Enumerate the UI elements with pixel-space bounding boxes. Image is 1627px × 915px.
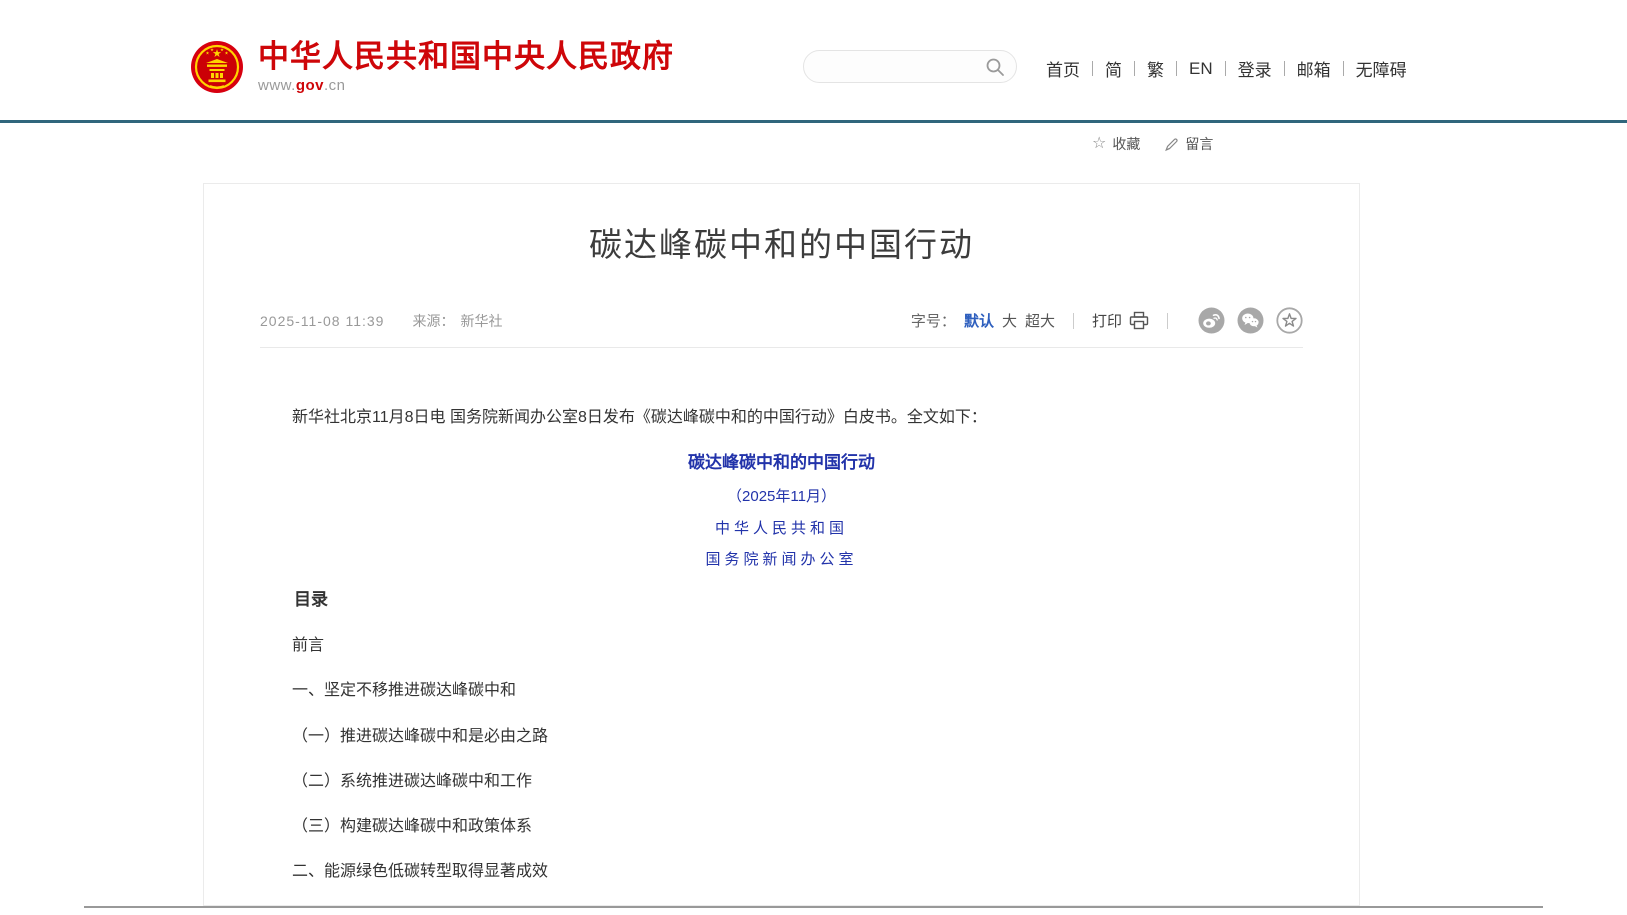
footer-divider (84, 906, 1543, 908)
pencil-icon (1164, 137, 1179, 152)
site-url[interactable]: www.gov.cn (258, 77, 674, 94)
site-brand[interactable]: 中华人民共和国中央人民政府 www.gov.cn (190, 40, 674, 94)
article-meta-row: 2025-11-08 11:39 来源： 新华社 字号： 默认 大 超大 打印 (260, 307, 1303, 334)
meta-separator (1167, 313, 1168, 329)
font-size-default-button[interactable]: 默认 (964, 310, 994, 331)
toc-item: 一、坚定不移推进碳达峰碳中和 (260, 681, 1303, 700)
favorite-button[interactable]: ☆ 收藏 (1092, 134, 1140, 154)
printer-icon (1129, 311, 1149, 330)
site-header: 中华人民共和国中央人民政府 www.gov.cn 首页 简 繁 EN 登录 邮箱… (0, 0, 1627, 120)
nav-home[interactable]: 首页 (1046, 56, 1080, 81)
toc-item: 前言 (260, 636, 1303, 655)
comment-label: 留言 (1185, 134, 1213, 154)
weibo-share-icon[interactable] (1198, 307, 1225, 334)
star-share-icon[interactable] (1276, 307, 1303, 334)
doc-author-line2: 国务院新闻办公室 (260, 550, 1303, 568)
article-meta-left: 2025-11-08 11:39 来源： 新华社 (260, 311, 502, 331)
nav-traditional[interactable]: 繁 (1147, 56, 1164, 81)
article-meta-tools: 字号： 默认 大 超大 打印 (911, 307, 1303, 334)
site-url-suffix: .cn (324, 77, 346, 94)
toc-heading: 目录 (260, 590, 1303, 610)
intro-paragraph: 新华社北京11月8日电 国务院新闻办公室8日发布《碳达峰碳中和的中国行动》白皮书… (260, 408, 1303, 427)
font-size-label: 字号： (911, 310, 956, 331)
print-button[interactable]: 打印 (1092, 310, 1149, 331)
toc-item: 二、能源绿色低碳转型取得显著成效 (260, 862, 1303, 881)
wechat-share-icon[interactable] (1237, 307, 1264, 334)
comment-button[interactable]: 留言 (1164, 134, 1213, 154)
nav-separator (1284, 61, 1285, 76)
favorite-label: 收藏 (1112, 134, 1140, 154)
nav-english[interactable]: EN (1189, 59, 1213, 79)
nav-separator (1176, 61, 1177, 76)
nav-login[interactable]: 登录 (1238, 56, 1272, 81)
site-url-prefix: www. (258, 77, 296, 94)
site-url-gov: gov (296, 77, 324, 94)
nav-separator (1225, 61, 1226, 76)
search-box (803, 50, 1017, 83)
toc-item: （三）构建碳达峰碳中和政策体系 (260, 817, 1303, 836)
doc-title: 碳达峰碳中和的中国行动 (260, 453, 1303, 473)
source-value[interactable]: 新华社 (460, 311, 502, 331)
font-size-xlarge-button[interactable]: 超大 (1025, 310, 1055, 331)
top-nav: 首页 简 繁 EN 登录 邮箱 无障碍 (1046, 56, 1407, 81)
header-divider (0, 120, 1627, 123)
site-title: 中华人民共和国中央人民政府 (258, 40, 674, 74)
publish-date: 2025-11-08 11:39 (260, 313, 384, 329)
nav-mail[interactable]: 邮箱 (1297, 56, 1331, 81)
print-label: 打印 (1092, 310, 1122, 331)
nav-separator (1343, 61, 1344, 76)
article-action-row: ☆ 收藏 留言 (1092, 134, 1213, 154)
doc-author-line1: 中华人民共和国 (260, 519, 1303, 537)
toc-item: （二）系统推进碳达峰碳中和工作 (260, 772, 1303, 791)
meta-divider (260, 347, 1303, 348)
toc-item: （一）推进碳达峰碳中和是必由之路 (260, 727, 1303, 746)
star-icon: ☆ (1092, 136, 1106, 152)
article-title: 碳达峰碳中和的中国行动 (260, 224, 1303, 265)
article-card: 碳达峰碳中和的中国行动 2025-11-08 11:39 来源： 新华社 字号：… (203, 183, 1360, 906)
doc-date: （2025年11月） (260, 488, 1303, 506)
search-icon[interactable] (985, 57, 1005, 77)
nav-separator (1134, 61, 1135, 76)
nav-simplified[interactable]: 简 (1105, 56, 1122, 81)
national-emblem-logo (190, 40, 244, 94)
article-body: 新华社北京11月8日电 国务院新闻办公室8日发布《碳达峰碳中和的中国行动》白皮书… (260, 408, 1303, 906)
font-size-large-button[interactable]: 大 (1002, 310, 1017, 331)
brand-text: 中华人民共和国中央人民政府 www.gov.cn (258, 40, 674, 94)
nav-accessibility[interactable]: 无障碍 (1356, 56, 1407, 81)
nav-separator (1092, 61, 1093, 76)
source-label: 来源： (412, 311, 454, 331)
meta-separator (1073, 313, 1074, 329)
